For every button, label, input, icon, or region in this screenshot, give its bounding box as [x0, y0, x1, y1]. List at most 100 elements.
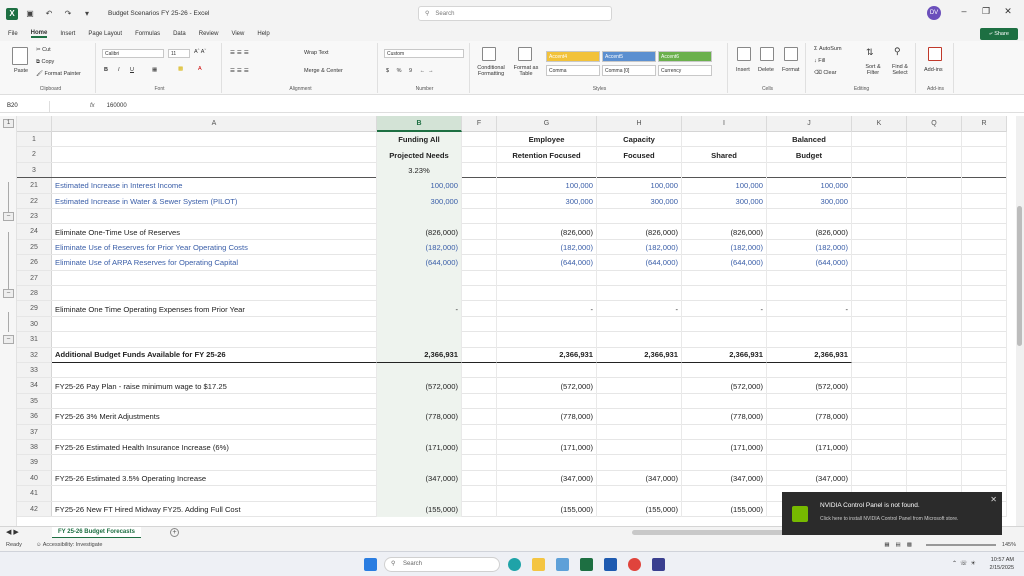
cell-h42[interactable]: (155,000)	[597, 501, 682, 517]
cell-b29[interactable]: -	[377, 301, 462, 317]
share-button[interactable]: ⤶ Share	[980, 28, 1018, 40]
cell-q23[interactable]	[907, 209, 962, 225]
row-header[interactable]: 31	[17, 332, 52, 347]
font-color-icon[interactable]: A	[198, 66, 202, 72]
cell-q25[interactable]	[907, 239, 962, 256]
cell-g2[interactable]: Retention Focused	[497, 147, 597, 163]
format-as-table-icon[interactable]	[518, 47, 532, 61]
vertical-scrollbar[interactable]	[1016, 116, 1024, 526]
cell-f36[interactable]	[462, 409, 497, 425]
cell-r36[interactable]	[962, 409, 1007, 425]
column-header-f[interactable]: F	[462, 116, 497, 132]
style-chip-accent6[interactable]: Accent6	[658, 51, 712, 62]
autosum-button[interactable]: Σ AutoSum	[814, 46, 842, 52]
cell-g42[interactable]: (155,000)	[497, 501, 597, 517]
cell-b21[interactable]: 100,000	[377, 178, 462, 194]
cell-j25[interactable]: (182,000)	[767, 239, 852, 256]
cell-a32[interactable]: Additional Budget Funds Available for FY…	[52, 347, 377, 363]
cell-k3[interactable]	[852, 162, 907, 179]
view-mode-icons[interactable]: ▦▤▩	[884, 542, 918, 548]
cell-r23[interactable]	[962, 209, 1007, 225]
cell-b40[interactable]: (347,000)	[377, 470, 462, 487]
cell-a31[interactable]	[52, 332, 377, 348]
cell-f33[interactable]	[462, 363, 497, 379]
cell-g34[interactable]: (572,000)	[497, 378, 597, 394]
sort-filter-button[interactable]: Sort & Filter	[862, 64, 884, 76]
formula-input[interactable]: 160000	[107, 103, 127, 109]
cell-i38[interactable]: (171,000)	[682, 440, 767, 456]
column-header-g[interactable]: G	[497, 116, 597, 132]
outlook-icon[interactable]	[604, 558, 617, 571]
cell-a21[interactable]: Estimated Increase in Interest Income	[52, 178, 377, 194]
cell-j29[interactable]: -	[767, 301, 852, 317]
cell-q38[interactable]	[907, 440, 962, 456]
cell-f3[interactable]	[462, 162, 497, 179]
borders-icon[interactable]: ▦	[152, 67, 157, 73]
redo-icon[interactable]: ↷	[61, 7, 75, 21]
row-header[interactable]: 3	[17, 162, 52, 178]
row-header[interactable]: 33	[17, 363, 52, 378]
cell-a35[interactable]	[52, 393, 377, 410]
cell-h40[interactable]: (347,000)	[597, 470, 682, 487]
cell-j32[interactable]: 2,366,931	[767, 347, 852, 363]
find-select-button[interactable]: Find & Select	[888, 64, 912, 76]
cell-i33[interactable]	[682, 363, 767, 379]
cell-f24[interactable]	[462, 224, 497, 240]
cell-r1[interactable]	[962, 132, 1007, 148]
cell-b32[interactable]: 2,366,931	[377, 347, 462, 363]
insert-cells-button[interactable]: Insert	[736, 67, 750, 73]
cell-b31[interactable]	[377, 332, 462, 348]
cell-f26[interactable]	[462, 255, 497, 271]
cell-i35[interactable]	[682, 393, 767, 410]
cell-i27[interactable]	[682, 270, 767, 286]
cell-f38[interactable]	[462, 440, 497, 456]
tab-data[interactable]: Data	[173, 31, 186, 37]
style-chip-currency[interactable]: Currency	[658, 65, 712, 76]
column-header-r[interactable]: R	[962, 116, 1007, 132]
cell-f21[interactable]	[462, 178, 497, 194]
cell-r22[interactable]	[962, 193, 1007, 209]
cell-g26[interactable]: (644,000)	[497, 255, 597, 271]
cell-i24[interactable]: (826,000)	[682, 224, 767, 240]
row-header[interactable]: 30	[17, 316, 52, 332]
cell-q30[interactable]	[907, 316, 962, 333]
addins-icon[interactable]	[928, 47, 942, 61]
cell-k35[interactable]	[852, 393, 907, 410]
cell-r24[interactable]	[962, 224, 1007, 240]
windows-start-icon[interactable]	[364, 558, 377, 571]
cell-g22[interactable]: 300,000	[497, 193, 597, 209]
delete-cells-button[interactable]: Delete	[758, 67, 774, 73]
clear-button[interactable]: ⌫ Clear	[814, 70, 836, 76]
cell-b23[interactable]	[377, 209, 462, 225]
cell-f37[interactable]	[462, 424, 497, 440]
cell-i37[interactable]	[682, 424, 767, 440]
edge-icon[interactable]	[508, 558, 521, 571]
cell-h39[interactable]	[597, 455, 682, 471]
cell-r30[interactable]	[962, 316, 1007, 333]
cell-q40[interactable]	[907, 470, 962, 487]
cell-g24[interactable]: (826,000)	[497, 224, 597, 240]
tab-help[interactable]: Help	[257, 31, 269, 37]
cell-f39[interactable]	[462, 455, 497, 471]
cell-g28[interactable]	[497, 286, 597, 302]
cell-i1[interactable]	[682, 132, 767, 148]
cell-i28[interactable]	[682, 286, 767, 302]
chrome-icon[interactable]	[628, 558, 641, 571]
cell-f34[interactable]	[462, 378, 497, 394]
cell-k25[interactable]	[852, 239, 907, 256]
store-icon[interactable]	[556, 558, 569, 571]
cell-i21[interactable]: 100,000	[682, 178, 767, 194]
cell-k28[interactable]	[852, 286, 907, 302]
cell-j22[interactable]: 300,000	[767, 193, 852, 209]
cell-q39[interactable]	[907, 455, 962, 471]
cell-k23[interactable]	[852, 209, 907, 225]
cell-b2[interactable]: Projected Needs	[377, 147, 462, 163]
cell-h33[interactable]	[597, 363, 682, 379]
cell-f41[interactable]	[462, 486, 497, 502]
cell-f28[interactable]	[462, 286, 497, 302]
cell-a26[interactable]: Eliminate Use of ARPA Reserves for Opera…	[52, 255, 377, 271]
cell-h36[interactable]	[597, 409, 682, 425]
cell-b42[interactable]: (155,000)	[377, 501, 462, 517]
cell-q24[interactable]	[907, 224, 962, 240]
row-header[interactable]: 1	[17, 132, 52, 147]
